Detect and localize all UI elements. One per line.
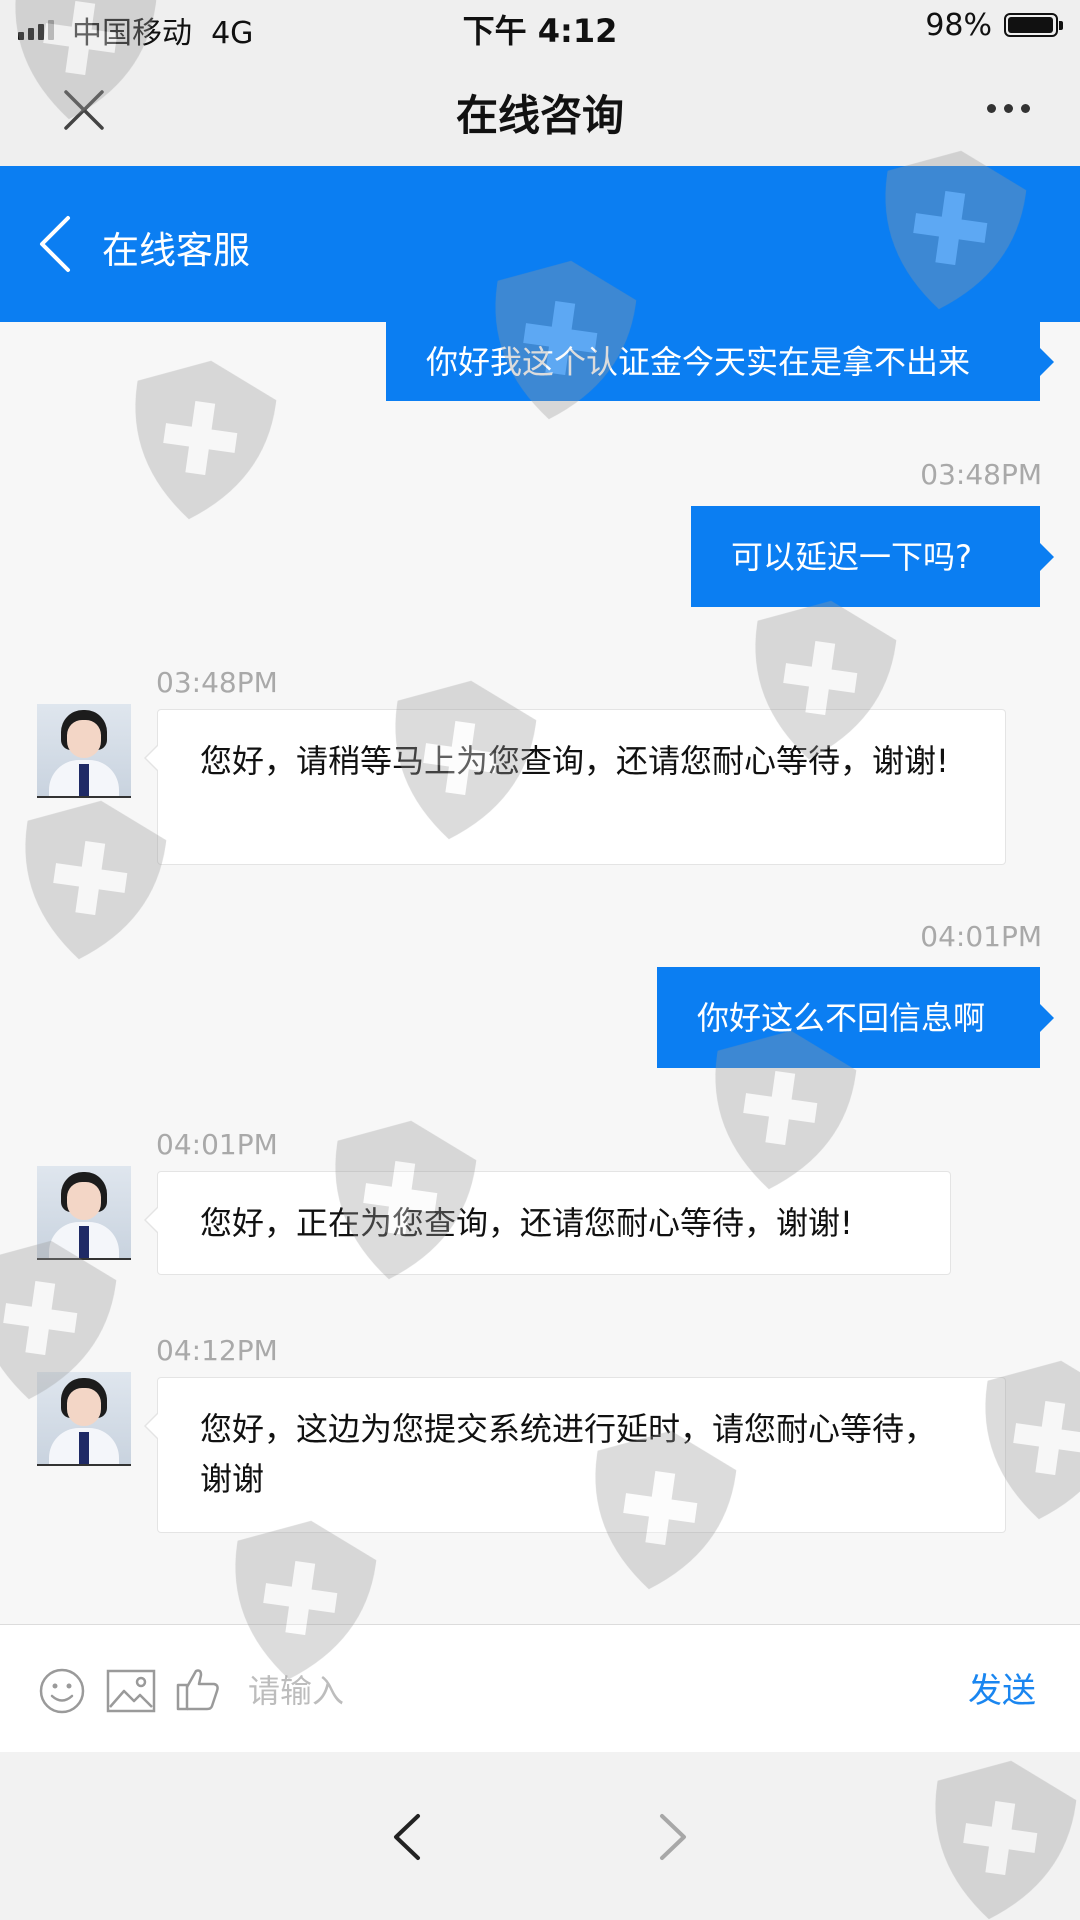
send-button[interactable]: 发送 <box>968 1663 1036 1712</box>
incoming-message-bubble[interactable]: 您好，请稍等马上为您查询，还请您耐心等待，谢谢! <box>144 709 1006 865</box>
battery-fill <box>1008 17 1054 33</box>
emoji-icon[interactable] <box>38 1667 86 1715</box>
message-text: 可以延迟一下吗? <box>731 537 972 576</box>
outgoing-message-bubble[interactable]: 你好这么不回信息啊 <box>657 967 1054 1068</box>
message-input[interactable] <box>246 1655 940 1727</box>
browser-nav-bar <box>0 1752 1080 1920</box>
agent-avatar <box>37 704 131 798</box>
battery-percent: 98% <box>925 8 992 43</box>
message-timestamp: 03:48PM <box>920 458 1042 491</box>
message-text: 您好，请稍等马上为您查询，还请您耐心等待，谢谢! <box>200 742 949 780</box>
chat-header-title: 在线客服 <box>102 229 250 272</box>
message-timestamp: 04:01PM <box>156 1128 278 1161</box>
message-text: 你好我这个认证金今天实在是拿不出来 <box>426 342 971 381</box>
chat-header: 在线客服 <box>0 166 1080 322</box>
message-text: 你好这么不回信息啊 <box>697 998 986 1037</box>
thumbs-up-icon[interactable] <box>174 1665 222 1713</box>
chevron-left-icon[interactable] <box>36 214 76 274</box>
message-input-bar: 发送 <box>0 1624 1080 1753</box>
more-icon[interactable] <box>987 104 1030 113</box>
chevron-right-icon[interactable] <box>652 1812 692 1862</box>
chat-message-list[interactable]: 你好我这个认证金今天实在是拿不出来 03:48PM 可以延迟一下吗? 03:48… <box>0 322 1080 1624</box>
status-bar: 中国移动 4G 下午 4:12 98% <box>0 0 1080 56</box>
incoming-message-bubble[interactable]: 您好，正在为您查询，还请您耐心等待，谢谢! <box>144 1171 951 1275</box>
message-text: 您好，正在为您查询，还请您耐心等待，谢谢! <box>200 1204 853 1242</box>
title-bar: 在线咨询 <box>0 56 1080 166</box>
status-time: 下午 4:12 <box>462 12 618 50</box>
message-timestamp: 04:01PM <box>920 920 1042 953</box>
message-text: 您好，这边为您提交系统进行延时，请您耐心等待，谢谢 <box>200 1410 937 1498</box>
message-timestamp: 03:48PM <box>156 666 278 699</box>
battery-icon <box>1004 13 1063 37</box>
page-title: 在线咨询 <box>455 91 624 140</box>
chevron-left-icon[interactable] <box>388 1812 428 1862</box>
message-timestamp: 04:12PM <box>156 1334 278 1367</box>
agent-avatar <box>37 1166 131 1260</box>
image-icon[interactable] <box>106 1669 156 1713</box>
agent-avatar <box>37 1372 131 1466</box>
incoming-message-bubble[interactable]: 您好，这边为您提交系统进行延时，请您耐心等待，谢谢 <box>144 1377 1006 1533</box>
outgoing-message-bubble[interactable]: 可以延迟一下吗? <box>691 506 1054 607</box>
outgoing-message-bubble[interactable]: 你好我这个认证金今天实在是拿不出来 <box>386 322 1054 401</box>
